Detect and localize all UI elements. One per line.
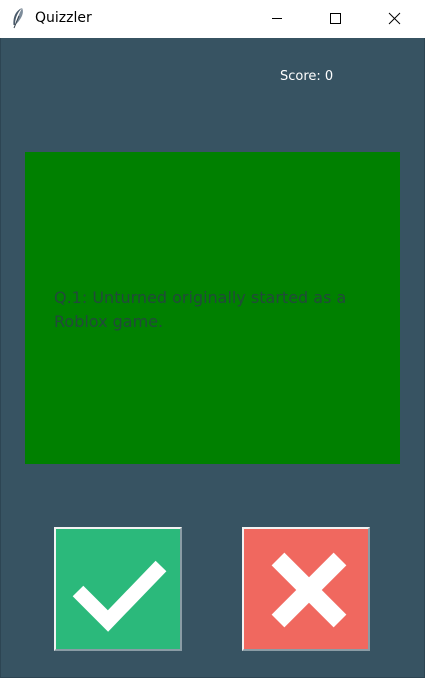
- window-title: Quizzler: [35, 10, 92, 26]
- app-window: Quizzler Score: 0 Q.1: Unturned original…: [0, 0, 425, 678]
- close-button[interactable]: [371, 0, 417, 38]
- question-card: Q.1: Unturned originally started as a Ro…: [25, 152, 400, 464]
- true-button[interactable]: [54, 527, 182, 651]
- maximize-button[interactable]: [312, 0, 358, 38]
- question-text: Q.1: Unturned originally started as a Ro…: [54, 288, 347, 331]
- close-icon: [388, 12, 401, 25]
- minimize-button[interactable]: [254, 0, 300, 38]
- score-label: Score: 0: [280, 69, 334, 84]
- maximize-icon: [330, 13, 341, 24]
- cross-icon: [271, 552, 347, 628]
- minimize-icon: [272, 18, 282, 19]
- feather-icon: [9, 7, 27, 29]
- quiz-panel: Score: 0 Q.1: Unturned originally starte…: [0, 38, 425, 678]
- false-button[interactable]: [242, 527, 370, 651]
- checkmark-icon: [72, 560, 167, 632]
- title-bar[interactable]: Quizzler: [0, 0, 425, 38]
